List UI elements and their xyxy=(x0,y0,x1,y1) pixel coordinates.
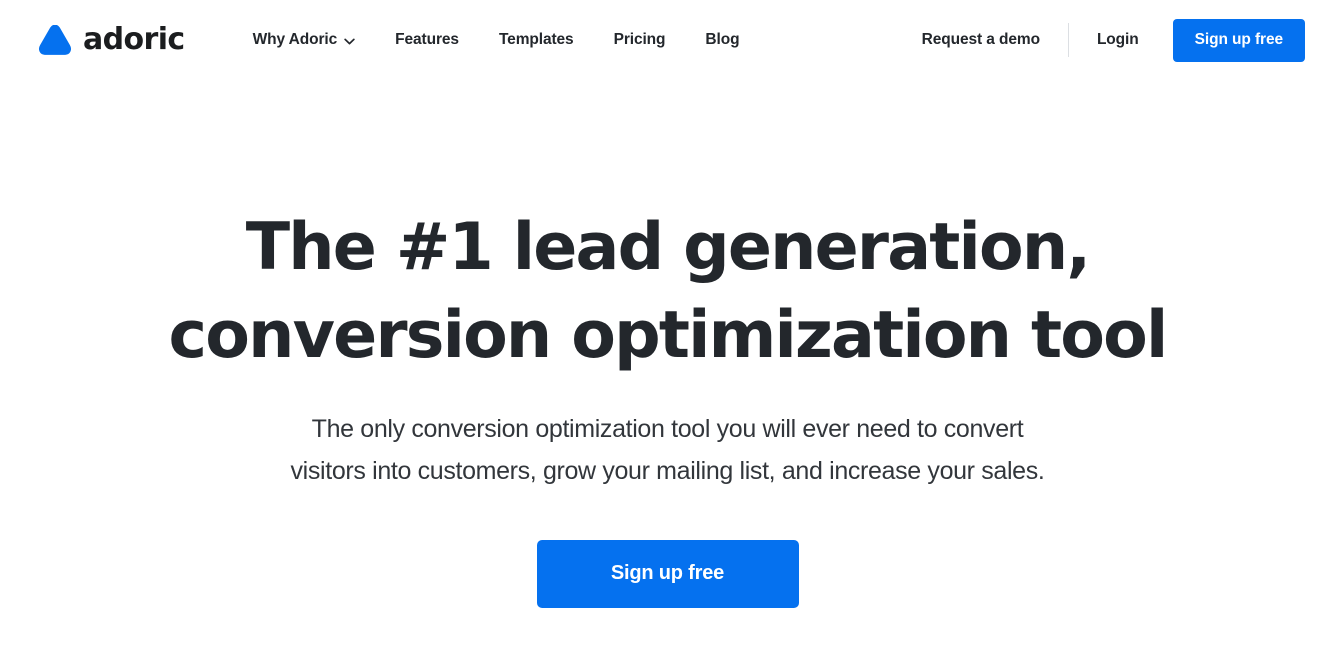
nav-item-label: Pricing xyxy=(613,31,666,48)
site-header: adoric Why Adoric Features Templates Pri… xyxy=(0,0,1335,80)
nav-item-why-adoric[interactable]: Why Adoric xyxy=(253,21,356,59)
hero-title-line-1: The #1 lead generation, xyxy=(245,210,1091,285)
nav-item-label: Why Adoric xyxy=(252,31,338,48)
header-actions: Request a demo Login Sign up free xyxy=(922,18,1305,62)
hero-section: The #1 lead generation, conversion optim… xyxy=(0,80,1335,608)
hero-subtitle: The only conversion optimization tool yo… xyxy=(291,408,1045,492)
nav-item-label: Blog xyxy=(705,31,740,48)
header-divider xyxy=(1067,23,1069,57)
brand-logo-link[interactable]: adoric xyxy=(38,25,185,55)
nav-item-blog[interactable]: Blog xyxy=(705,21,739,59)
login-link[interactable]: Login xyxy=(1097,31,1139,49)
header-signup-button[interactable]: Sign up free xyxy=(1172,18,1305,62)
hero-subtitle-line-2: visitors into customers, grow your maili… xyxy=(290,456,1045,485)
brand-name: adoric xyxy=(83,22,185,57)
hero-title: The #1 lead generation, conversion optim… xyxy=(168,204,1169,381)
hero-title-line-2: conversion optimization tool xyxy=(168,298,1169,374)
nav-item-features[interactable]: Features xyxy=(395,21,459,59)
hero-subtitle-line-1: The only conversion optimization tool yo… xyxy=(311,414,1024,443)
request-demo-link[interactable]: Request a demo xyxy=(922,31,1040,49)
landing-page: adoric Why Adoric Features Templates Pri… xyxy=(0,0,1335,652)
nav-item-templates[interactable]: Templates xyxy=(499,21,574,59)
chevron-down-icon xyxy=(344,38,355,44)
nav-item-label: Features xyxy=(395,31,459,48)
adoric-triangle-logo-icon xyxy=(39,25,71,55)
nav-item-label: Templates xyxy=(498,31,574,48)
primary-nav: Why Adoric Features Templates Pricing Bl… xyxy=(253,21,922,59)
nav-item-pricing[interactable]: Pricing xyxy=(614,21,666,59)
hero-signup-button[interactable]: Sign up free xyxy=(536,539,799,608)
